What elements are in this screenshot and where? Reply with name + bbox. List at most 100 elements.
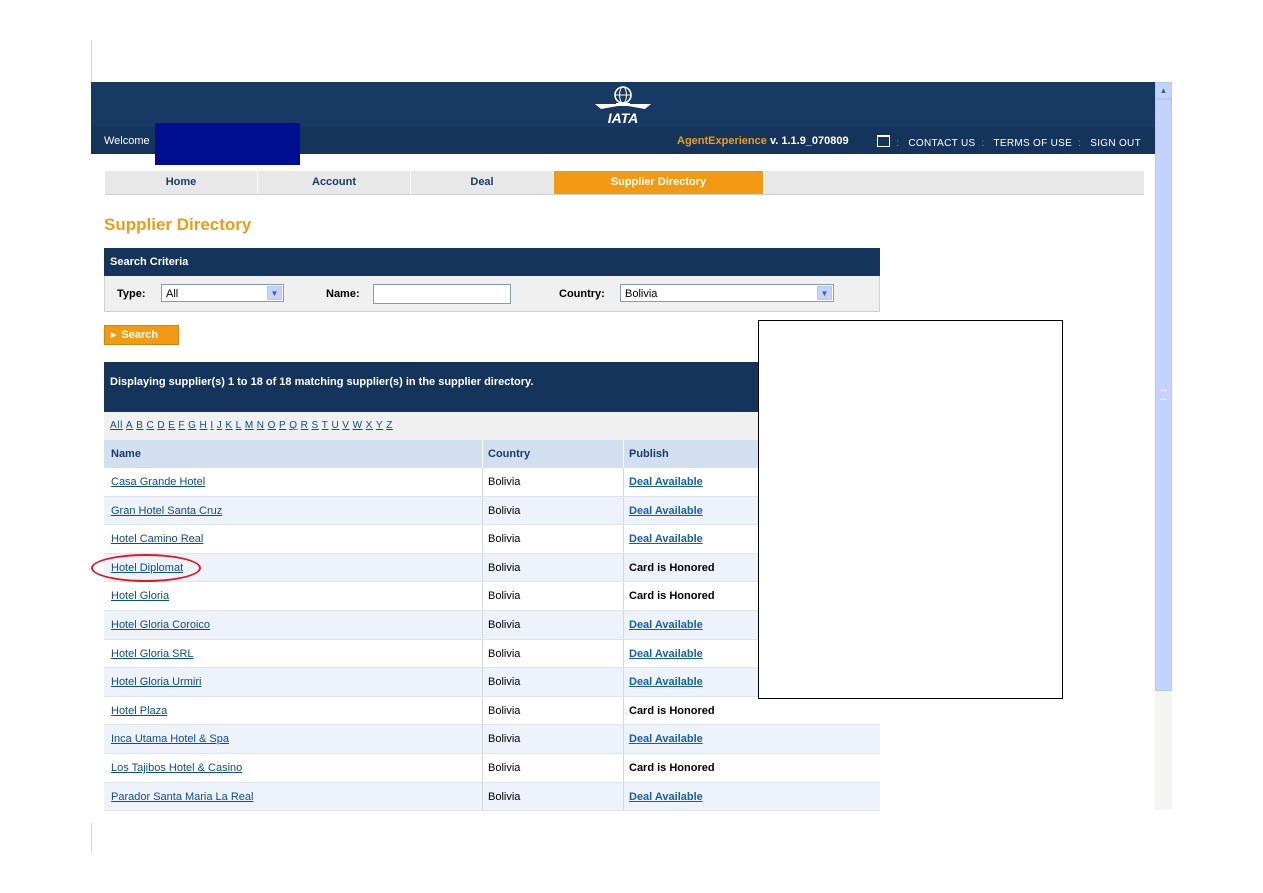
scrollbar-thumb[interactable]: [1155, 99, 1172, 691]
column-divider: [482, 610, 483, 639]
column-divider: [482, 553, 483, 582]
alpha-filter-v[interactable]: V: [342, 420, 349, 431]
chevron-down-icon[interactable]: ▼: [267, 286, 282, 300]
deal-available-link[interactable]: Deal Available: [629, 668, 703, 696]
supplier-name-link[interactable]: Casa Grande Hotel: [111, 468, 205, 496]
name-input[interactable]: [373, 284, 511, 304]
alpha-filter-m[interactable]: M: [245, 420, 254, 431]
card-honored-text: Card is Honored: [629, 761, 715, 774]
nav-deal[interactable]: Deal: [411, 171, 554, 194]
alpha-filter-x[interactable]: X: [366, 420, 373, 431]
search-criteria-heading: Search Criteria: [104, 248, 880, 276]
iata-logo[interactable]: IATA: [591, 82, 655, 127]
alpha-filter-n[interactable]: N: [257, 420, 265, 431]
chevron-down-icon[interactable]: ▼: [817, 286, 832, 300]
column-divider: [623, 525, 624, 553]
column-divider: [482, 696, 483, 725]
alpha-filter-q[interactable]: Q: [289, 420, 297, 431]
column-divider: [623, 668, 624, 696]
column-divider: [623, 440, 624, 468]
column-name[interactable]: Name: [111, 440, 141, 468]
card-honored-text: Card is Honored: [629, 561, 715, 574]
alpha-filter-h[interactable]: H: [200, 420, 208, 431]
alpha-filter-e[interactable]: E: [168, 420, 175, 431]
type-label: Type:: [117, 288, 146, 300]
column-country[interactable]: Country: [488, 440, 530, 468]
alpha-filter-all[interactable]: All: [110, 420, 123, 431]
type-select[interactable]: All ▼: [161, 284, 284, 302]
column-publish[interactable]: Publish: [629, 440, 669, 468]
country-label: Country:: [559, 288, 605, 300]
deal-available-link[interactable]: Deal Available: [629, 525, 703, 553]
contact-us-link[interactable]: CONTACT US: [908, 138, 975, 149]
play-arrow-icon: ▶: [111, 332, 117, 339]
alpha-filter-s[interactable]: S: [311, 420, 318, 431]
supplier-name-link[interactable]: Gran Hotel Santa Cruz: [111, 497, 222, 525]
scroll-up-arrow-icon[interactable]: ▲: [1155, 82, 1172, 99]
alpha-filter-y[interactable]: Y: [376, 420, 383, 431]
supplier-country: Bolivia: [488, 476, 521, 488]
deal-available-link[interactable]: Deal Available: [629, 783, 703, 811]
column-divider: [623, 468, 624, 496]
alpha-filter-o[interactable]: O: [268, 420, 276, 431]
deal-available-link[interactable]: Deal Available: [629, 725, 703, 753]
alpha-filter-a[interactable]: A: [126, 420, 133, 431]
supplier-country: Bolivia: [488, 761, 521, 774]
header-logo-band: IATA: [91, 82, 1155, 127]
terms-of-use-link[interactable]: TERMS OF USE: [993, 138, 1072, 149]
sign-out-link[interactable]: SIGN OUT: [1090, 138, 1141, 149]
vertical-scrollbar[interactable]: ▲: [1155, 82, 1172, 810]
supplier-name-link[interactable]: Los Tajibos Hotel & Casino: [111, 754, 242, 782]
type-select-value: All: [166, 288, 179, 300]
supplier-name-link[interactable]: Hotel Plaza: [111, 697, 167, 725]
alpha-filter-k[interactable]: K: [225, 420, 232, 431]
product-name: AgentExperience: [677, 135, 767, 147]
country-select[interactable]: Bolivia ▼: [620, 284, 834, 302]
deal-available-link[interactable]: Deal Available: [629, 497, 703, 525]
column-divider: [623, 639, 624, 668]
redacted-username: [155, 123, 300, 165]
alpha-filter-b[interactable]: B: [136, 420, 143, 431]
alpha-filter-u[interactable]: U: [331, 420, 339, 431]
nav-home[interactable]: Home: [105, 171, 258, 194]
supplier-name-link[interactable]: Parador Santa Maria La Real: [111, 783, 253, 811]
supplier-name-link[interactable]: Hotel Gloria: [111, 582, 169, 610]
supplier-name-link[interactable]: Hotel Gloria Urmiri: [111, 668, 201, 696]
alpha-filter-p[interactable]: P: [279, 420, 286, 431]
alpha-filter-i[interactable]: I: [210, 420, 213, 431]
alpha-filter-r[interactable]: R: [301, 420, 309, 431]
alpha-filter-f[interactable]: F: [178, 420, 185, 431]
deal-available-link[interactable]: Deal Available: [629, 468, 703, 496]
supplier-name-link[interactable]: Hotel Camino Real: [111, 525, 203, 553]
alpha-filter-w[interactable]: W: [353, 420, 363, 431]
column-divider: [482, 468, 483, 496]
deal-available-link[interactable]: Deal Available: [629, 640, 703, 668]
table-row: Los Tajibos Hotel & Casino Bolivia Card is…: [104, 753, 880, 783]
alpha-filter-j[interactable]: J: [217, 420, 223, 431]
print-icon[interactable]: [877, 135, 891, 147]
column-divider: [482, 753, 483, 782]
column-divider: [482, 582, 483, 610]
alpha-filter-d[interactable]: D: [157, 420, 165, 431]
deal-available-link[interactable]: Deal Available: [629, 611, 703, 639]
nav-account[interactable]: Account: [258, 171, 411, 194]
red-circle-annotation: [91, 554, 201, 582]
supplier-name-link[interactable]: Inca Utama Hotel & Spa: [111, 725, 229, 753]
alpha-filter-g[interactable]: G: [188, 420, 196, 431]
alpha-filter-l[interactable]: L: [236, 420, 242, 431]
nav-supplier-directory[interactable]: Supplier Directory: [554, 171, 764, 194]
top-links: : CONTACT US: TERMS OF USE: SIGN OUT: [877, 135, 1141, 149]
supplier-name-link[interactable]: Hotel Gloria Coroico: [111, 611, 210, 639]
table-row: Parador Santa Maria La Real Bolivia Deal A…: [104, 782, 880, 812]
column-divider: [482, 725, 483, 753]
alpha-filter-c[interactable]: C: [146, 420, 154, 431]
name-label: Name:: [326, 288, 360, 300]
supplier-country: Bolivia: [488, 561, 521, 574]
alpha-filter-t[interactable]: T: [322, 420, 329, 431]
iata-logo-icon: IATA: [595, 86, 651, 126]
search-button[interactable]: ▶ Search: [104, 325, 179, 345]
column-divider: [482, 525, 483, 553]
alpha-filter-z[interactable]: Z: [386, 420, 393, 431]
supplier-name-link[interactable]: Hotel Gloria SRL: [111, 640, 194, 668]
column-divider: [623, 725, 624, 753]
